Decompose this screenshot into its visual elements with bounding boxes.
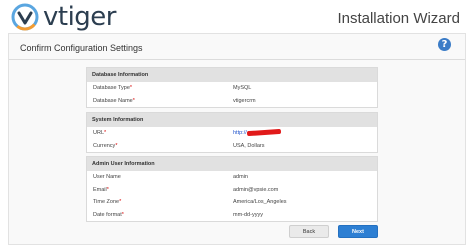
installation-wizard-page: vtiger Installation Wizard Confirm Confi… bbox=[0, 0, 474, 248]
database-info-section: Database Information Database Type* MySQ… bbox=[86, 67, 378, 108]
row-label: Database Name* bbox=[93, 97, 135, 104]
time-zone-row: Time Zone* America/Los_Angeles bbox=[87, 196, 377, 209]
url-row: URL* http:// bbox=[87, 127, 377, 140]
vtiger-logo-icon bbox=[11, 3, 39, 31]
database-name-row: Database Name* vtigercrm bbox=[87, 95, 377, 108]
logo-text: vtiger bbox=[43, 2, 117, 32]
row-value: MySQL bbox=[233, 85, 252, 91]
section-header: Admin User Information bbox=[87, 157, 377, 171]
back-button[interactable]: Back bbox=[289, 225, 329, 238]
row-label: URL* bbox=[93, 130, 107, 136]
panel-divider bbox=[9, 59, 465, 60]
row-label: Date format* bbox=[93, 211, 124, 218]
row-value[interactable]: http:// bbox=[233, 127, 281, 140]
row-label: Database Type* bbox=[93, 85, 133, 91]
vtiger-logo: vtiger bbox=[10, 2, 117, 32]
section-header: Database Information bbox=[87, 68, 377, 82]
date-format-row: Date format* mm-dd-yyyy bbox=[87, 209, 377, 222]
row-value: admin bbox=[233, 174, 248, 180]
row-label: Email* bbox=[93, 186, 109, 193]
panel-title: Confirm Configuration Settings bbox=[20, 43, 143, 53]
row-value: admin@vpsie.com bbox=[233, 186, 279, 193]
header: vtiger Installation Wizard bbox=[0, 0, 474, 34]
row-label: Currency* bbox=[93, 142, 118, 149]
row-value: America/Los_Angeles bbox=[233, 199, 287, 205]
help-icon[interactable]: ? bbox=[438, 38, 451, 51]
row-label: User Name bbox=[93, 174, 121, 180]
admin-user-info-section: Admin User Information User Name admin E… bbox=[86, 156, 378, 222]
row-value: mm-dd-yyyy bbox=[233, 211, 263, 218]
database-type-row: Database Type* MySQL bbox=[87, 82, 377, 95]
user-name-row: User Name admin bbox=[87, 171, 377, 184]
redaction-mark bbox=[246, 128, 281, 137]
system-info-section: System Information URL* http:// Currency… bbox=[86, 112, 378, 153]
next-button[interactable]: Next bbox=[338, 225, 378, 238]
row-value: USA, Dollars bbox=[233, 142, 265, 149]
email-row: Email* admin@vpsie.com bbox=[87, 184, 377, 197]
currency-row: Currency* USA, Dollars bbox=[87, 140, 377, 153]
row-value: vtigercrm bbox=[233, 97, 256, 104]
section-header: System Information bbox=[87, 113, 377, 127]
wizard-title: Installation Wizard bbox=[337, 10, 460, 27]
row-label: Time Zone* bbox=[93, 199, 122, 205]
